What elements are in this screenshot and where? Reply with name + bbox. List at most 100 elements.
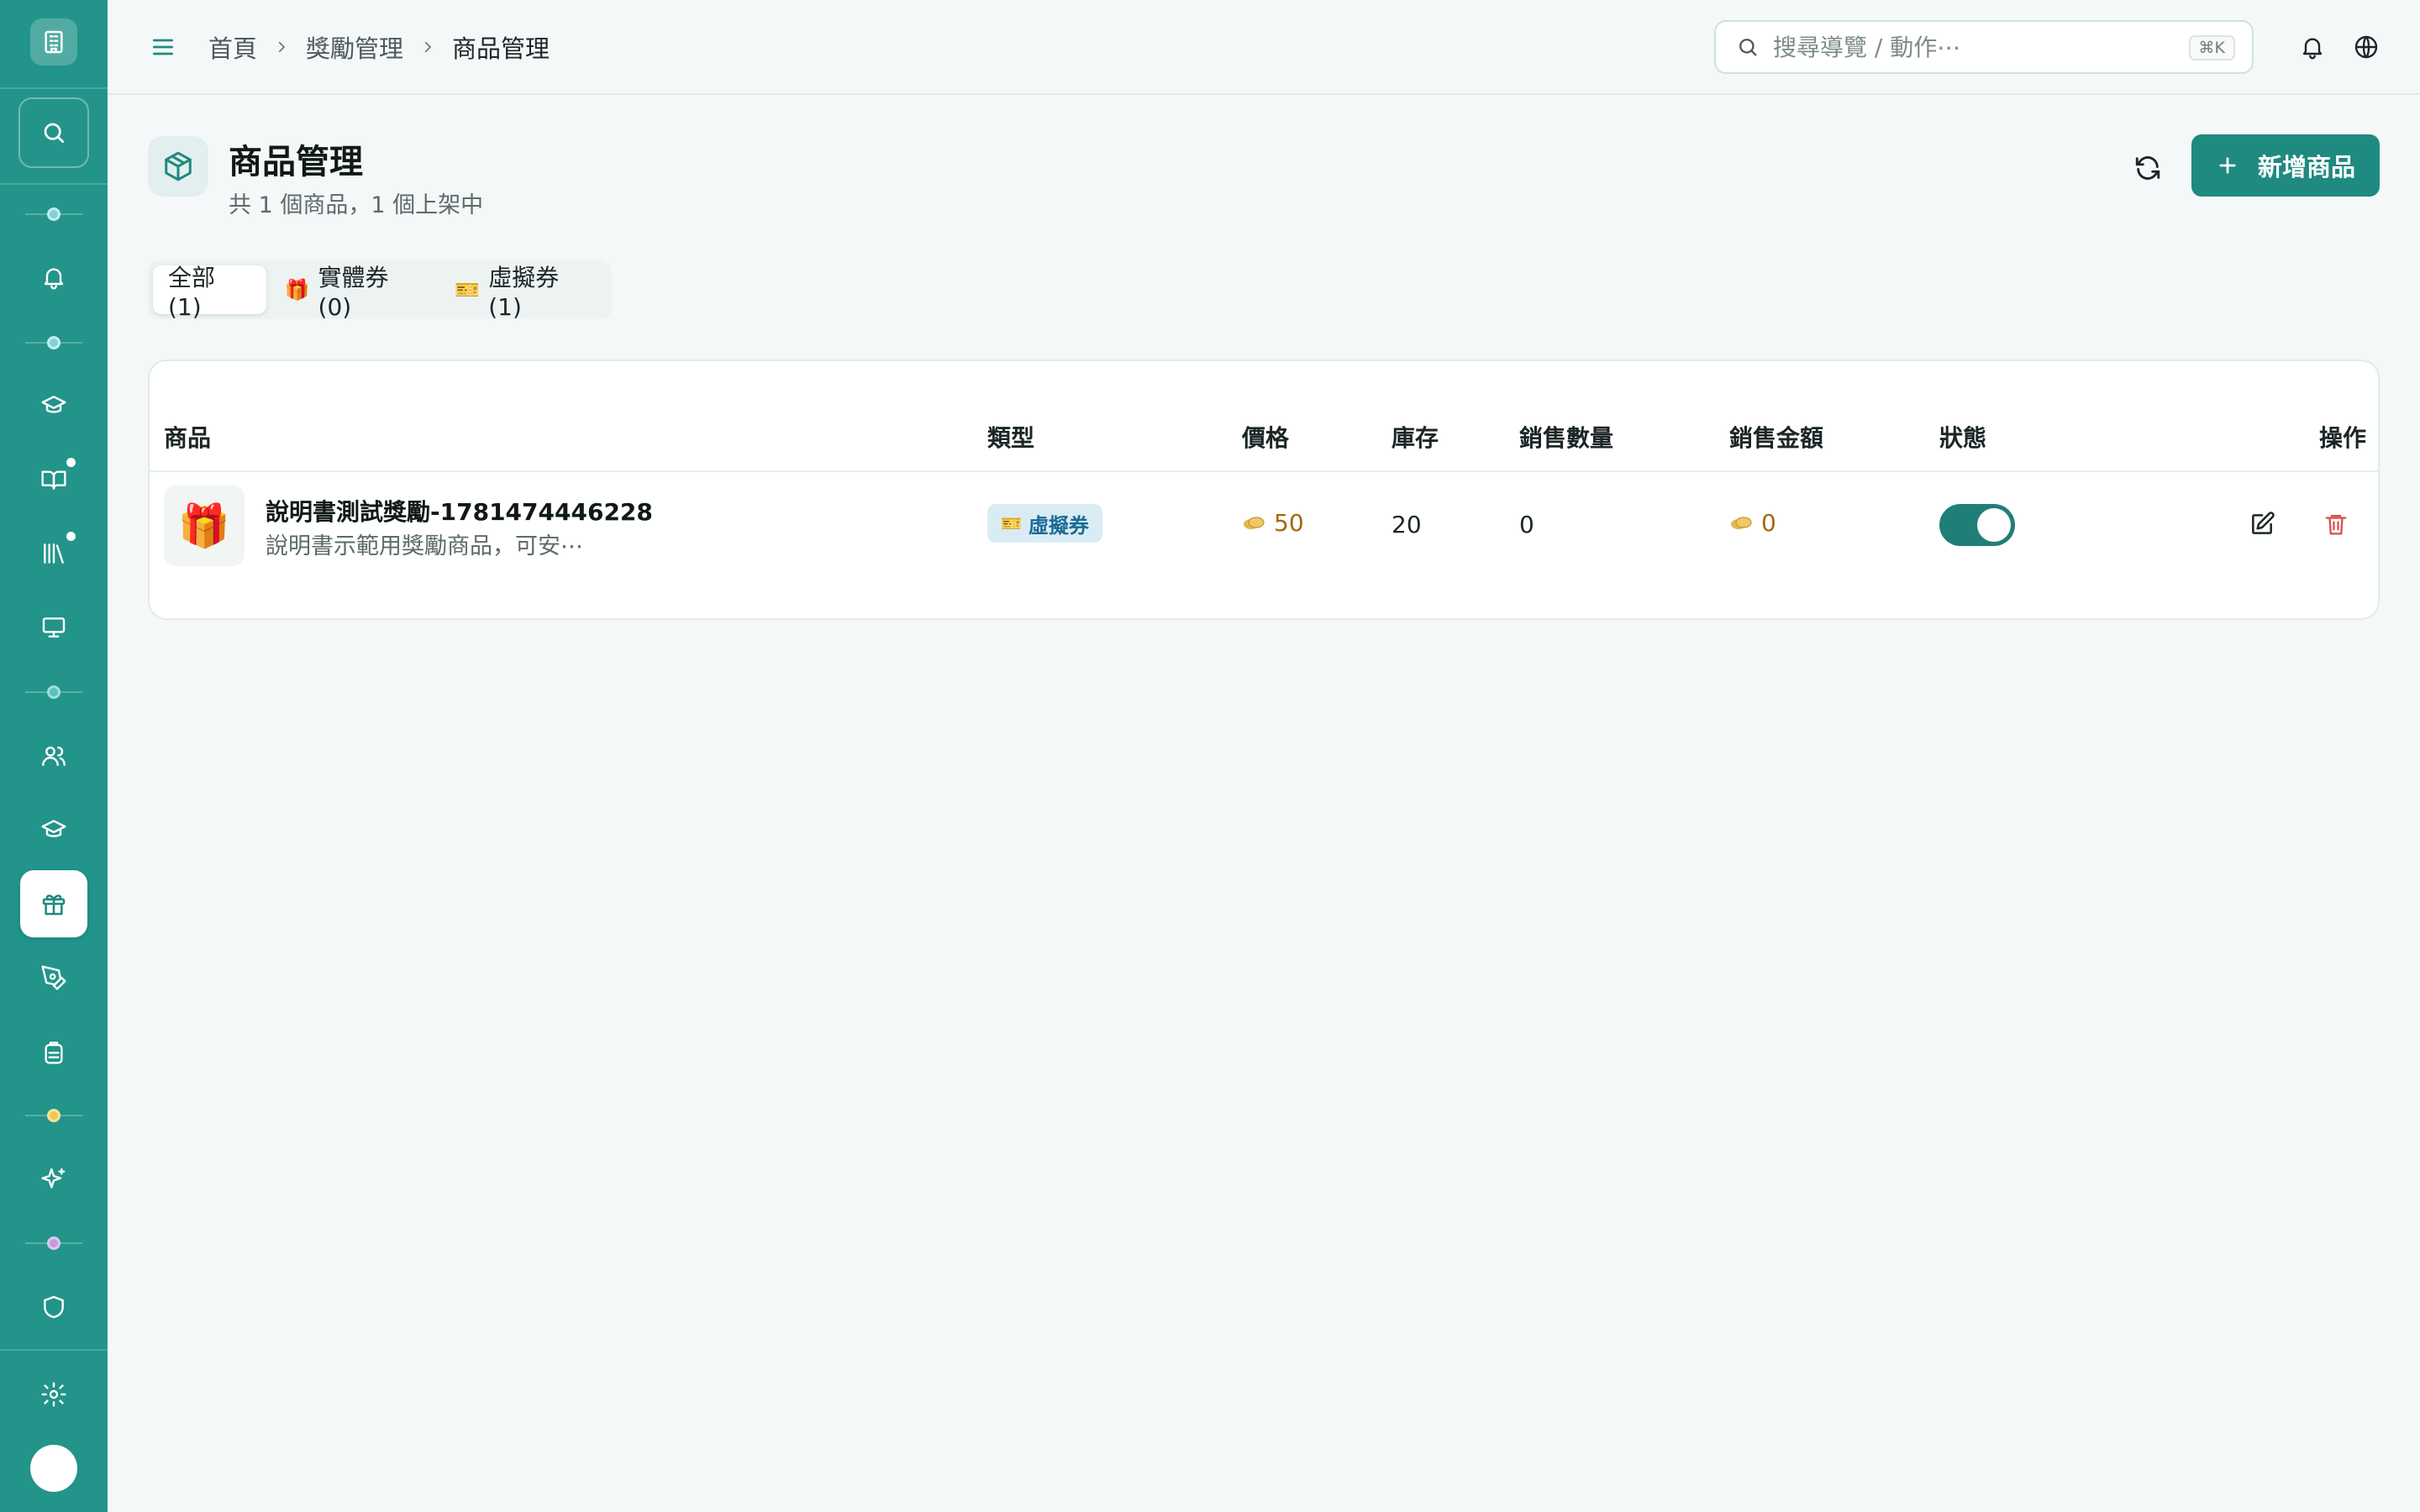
ticket-icon: 🎫: [1001, 513, 1022, 533]
toggle-knob: [1977, 508, 2011, 542]
graduation-cap-icon: [41, 820, 66, 837]
column-header-status: 狀態: [1939, 424, 1987, 452]
library-icon: [44, 543, 64, 564]
coin-icon: [1731, 516, 1752, 529]
pen-tool-icon: [41, 965, 66, 990]
sidebar: [0, 0, 108, 1512]
delete-button[interactable]: [2316, 504, 2356, 544]
page-icon: [148, 136, 208, 197]
search-icon: [44, 123, 64, 143]
product-description: 說明書示範用獎勵商品，可安⋯: [266, 533, 583, 559]
column-header-type: 類型: [987, 424, 1035, 452]
chevron-right-icon: [274, 39, 289, 55]
sidebar-search-button[interactable]: [18, 97, 89, 168]
group-dot: [47, 336, 60, 349]
graduation-cap-icon: [41, 396, 66, 413]
tab-physical-label: 實體券 (0): [318, 263, 389, 321]
sidebar-item-design[interactable]: [20, 944, 87, 1011]
gift-icon: 🎁: [284, 278, 310, 302]
bell-icon: [2302, 38, 2323, 60]
trash-icon: [2325, 514, 2347, 535]
stock-value: 20: [1392, 511, 1422, 538]
column-header-stock: 庫存: [1392, 424, 1439, 452]
sidebar-item-reading[interactable]: [20, 446, 87, 513]
sales-amount-cell: 0: [1729, 509, 1776, 537]
app-logo[interactable]: [30, 18, 77, 66]
top-bar: 首頁 獎勵管理 商品管理 ⌘K: [108, 0, 2420, 95]
user-avatar[interactable]: [30, 1445, 77, 1492]
sidebar-item-library[interactable]: [20, 520, 87, 587]
sparkles-icon: [41, 1168, 66, 1189]
search-shortcut-hint: ⌘K: [2188, 35, 2235, 60]
notification-dot: [66, 532, 76, 541]
notifications-button[interactable]: [2292, 27, 2333, 67]
group-dot: [47, 207, 60, 221]
product-name[interactable]: 說明書測試獎勵-1781474446228: [266, 494, 653, 528]
page-subtitle: 共 1 個商品，1 個上架中: [229, 192, 484, 218]
group-dot: [47, 1109, 60, 1122]
coin-icon: [1244, 516, 1265, 529]
breadcrumb-rewards[interactable]: 獎勵管理: [306, 29, 403, 65]
search-input[interactable]: [1773, 33, 2168, 61]
group-dot: [47, 685, 60, 699]
breadcrumb-current: 商品管理: [452, 34, 550, 63]
sidebar-item-notifications[interactable]: [20, 244, 87, 311]
tab-virtual-label: 虛擬券 (1): [488, 263, 560, 321]
search-icon: [1739, 39, 1757, 56]
sidebar-item-users[interactable]: [20, 722, 87, 790]
backpack-icon: [45, 1042, 63, 1064]
sidebar-divider: [0, 1349, 108, 1351]
type-label: 虛擬券: [1028, 513, 1089, 538]
column-header-price: 價格: [1242, 424, 1290, 452]
sidebar-item-security[interactable]: [20, 1273, 87, 1341]
sidebar-item-settings[interactable]: [20, 1361, 87, 1428]
chevron-right-icon: [420, 39, 435, 55]
column-header-sales-count: 銷售數量: [1519, 424, 1614, 452]
sidebar-item-display[interactable]: [20, 594, 87, 661]
bell-icon: [44, 268, 64, 290]
column-header-sales-amount: 銷售金額: [1729, 424, 1824, 452]
sidebar-divider: [0, 183, 108, 185]
monitor-icon: [42, 617, 66, 638]
tab-virtual[interactable]: 🎫 虛擬券 (1): [439, 264, 607, 321]
sales-count-value: 0: [1519, 511, 1534, 538]
products-table: 商品 類型 價格 庫存 銷售數量 銷售金額 狀態 操作 🎁 說明書測試獎勵-17…: [148, 360, 2380, 620]
status-toggle[interactable]: [1939, 504, 2015, 546]
book-open-icon: [41, 470, 66, 490]
gift-icon: [42, 895, 66, 916]
price-value: 50: [1274, 509, 1304, 537]
edit-button[interactable]: [2242, 504, 2282, 544]
sidebar-item-rewards[interactable]: [20, 870, 87, 937]
tab-all-label: 全部 (1): [168, 263, 216, 321]
sidebar-item-courses[interactable]: [20, 372, 87, 439]
package-icon: [165, 151, 192, 181]
notification-dot: [66, 458, 76, 467]
column-header-actions: 操作: [2319, 424, 2367, 452]
breadcrumb-home[interactable]: 首頁: [208, 29, 257, 65]
sidebar-item-ai[interactable]: [20, 1146, 87, 1213]
menu-toggle-button[interactable]: [145, 30, 182, 64]
refresh-icon: [2135, 156, 2160, 180]
tab-physical[interactable]: 🎁 實體券 (0): [270, 264, 437, 321]
users-icon: [42, 746, 66, 766]
sidebar-item-school[interactable]: [20, 1018, 87, 1085]
sales-amount-value: 0: [1761, 509, 1776, 537]
breadcrumb: 首頁 獎勵管理 商品管理: [208, 29, 550, 66]
table-header-divider: [150, 470, 2378, 472]
tab-all[interactable]: 全部 (1): [153, 264, 266, 321]
group-dot: [47, 1236, 60, 1250]
sidebar-divider: [0, 87, 108, 89]
edit-icon: [2252, 512, 2275, 534]
column-header-product: 商品: [164, 424, 212, 452]
menu-icon: [153, 39, 173, 55]
global-search[interactable]: ⌘K: [1714, 20, 2254, 74]
plus-icon: [2219, 157, 2236, 174]
refresh-button[interactable]: [2124, 144, 2171, 192]
page-title: 商品管理: [229, 143, 363, 181]
gift-icon: 🎁: [177, 501, 231, 550]
filter-tabs: 全部 (1) 🎁 實體券 (0) 🎫 虛擬券 (1): [148, 260, 612, 321]
language-button[interactable]: [2346, 27, 2386, 67]
gear-icon: [41, 1382, 66, 1407]
add-product-button[interactable]: 新增商品: [2191, 134, 2380, 197]
sidebar-item-training[interactable]: [20, 796, 87, 864]
